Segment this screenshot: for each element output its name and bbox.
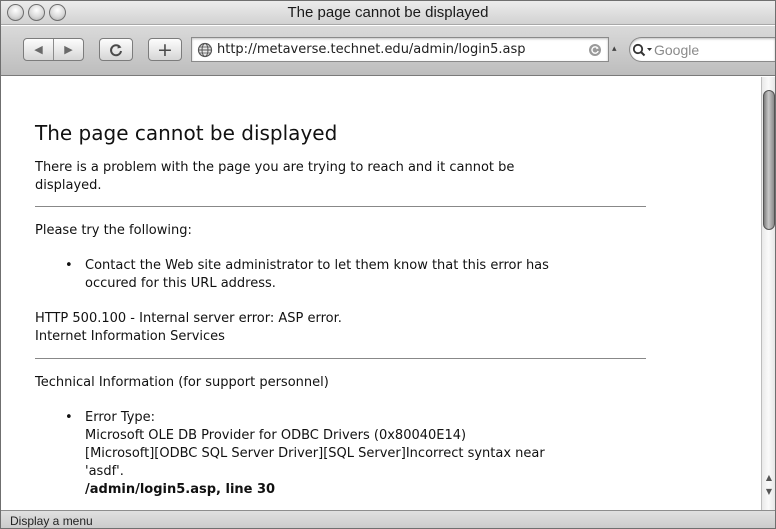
window-title: The page cannot be displayed [287,4,489,21]
error-message: 'asdf'. [85,464,124,479]
plus-icon: + [157,38,173,61]
globe-icon [196,41,214,59]
snapback-icon[interactable]: ▴ [612,44,622,54]
title-bar: The page cannot be displayed [1,1,775,25]
list-item-line: occured for this URL address. [85,276,276,291]
scroll-down-arrow[interactable]: ▼ [763,486,775,498]
back-arrow-icon: ◀ [34,43,43,56]
tech-label: Technical Information (for support perso… [35,375,329,390]
intro-text: There is a problem with the page you are… [35,159,514,195]
error-type-label: Error Type: [85,410,156,425]
page-content: The page cannot be displayed There is a … [1,77,761,510]
error-code: HTTP 500.100 - Internal server error: AS… [35,311,342,326]
intro-line: There is a problem with the page you are… [35,160,515,175]
browser-window: The page cannot be displayed ◀ ▶ + http:… [0,0,776,529]
forward-arrow-icon: ▶ [64,43,73,56]
scrollbar-thumb[interactable] [763,90,775,230]
back-forward-group: ◀ ▶ [23,38,84,61]
error-details: HTTP 500.100 - Internal server error: AS… [35,310,342,346]
intro-line: displayed. [35,178,102,193]
server-name: Internet Information Services [35,329,225,344]
list-item: Contact the Web site administrator to le… [65,257,645,293]
vertical-scrollbar[interactable]: ▲ ▼ [761,77,775,510]
magnifier-icon[interactable] [632,39,654,61]
divider [35,358,646,359]
try-label: Please try the following: [35,223,192,238]
circular-arrow-icon[interactable] [587,42,603,58]
list-item-line: Contact the Web site administrator to le… [85,258,549,273]
scroll-up-arrow[interactable]: ▲ [763,472,775,484]
url-input[interactable] [214,38,587,61]
list-item: Error Type: Microsoft OLE DB Provider fo… [65,409,645,499]
browser-toolbar: ◀ ▶ + http://metaverse.technet.edu/admin… [1,26,775,76]
search-bar [629,37,775,62]
error-location: /admin/login5.asp, line 30 [85,482,276,497]
status-text: Display a menu [10,514,93,528]
status-bar: Display a menu [1,510,775,528]
error-provider: Microsoft OLE DB Provider for ODBC Drive… [85,428,467,443]
add-bookmark-button[interactable]: + [148,38,182,61]
back-button[interactable]: ◀ [24,39,53,60]
error-message: [Microsoft][ODBC SQL Server Driver][SQL … [85,446,545,461]
page-heading: The page cannot be displayed [35,121,338,145]
forward-button[interactable]: ▶ [54,39,83,60]
divider [35,206,646,207]
address-bar [191,37,609,62]
search-input[interactable] [654,38,775,61]
reload-button[interactable] [99,38,133,61]
reload-icon [110,43,122,56]
